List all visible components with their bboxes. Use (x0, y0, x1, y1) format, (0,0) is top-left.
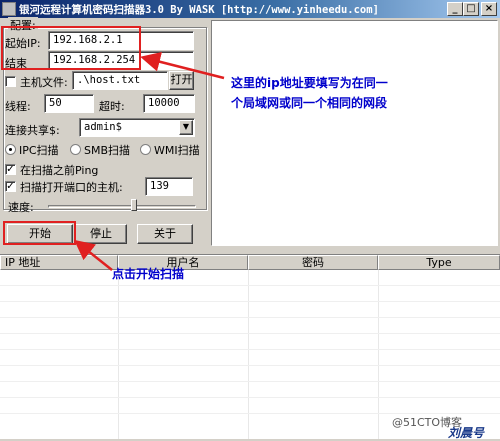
ip-note-line2: 个局域网或同一个相同的网段 (231, 96, 388, 110)
app-icon (2, 2, 16, 16)
port-field[interactable]: 139 (145, 177, 193, 196)
port-label: 扫描打开端口的主机: (20, 181, 123, 194)
column-type[interactable]: Type (378, 255, 500, 270)
table-row (0, 397, 500, 398)
speed-label: 速度: (8, 201, 34, 214)
port-checkbox[interactable]: ✓ (5, 181, 16, 192)
table-row (0, 349, 500, 350)
watermark-author: 刘晨号 (448, 426, 485, 440)
log-pane[interactable] (211, 20, 498, 246)
wmi-label: WMI扫描 (154, 144, 200, 157)
share-select[interactable]: admin$ (79, 118, 195, 137)
chevron-down-icon[interactable]: ▼ (179, 120, 193, 135)
timeout-field[interactable]: 10000 (143, 94, 195, 113)
table-row (0, 333, 500, 334)
ip-note-line1: 这里的ip地址要填写为在同一 (231, 76, 388, 90)
about-button[interactable]: 关于 (137, 224, 193, 244)
close-button[interactable]: × (481, 2, 497, 16)
smb-label: SMB扫描 (84, 144, 131, 157)
share-label: 连接共享$: (5, 124, 60, 137)
table-row (0, 381, 500, 382)
speed-slider[interactable] (48, 205, 196, 208)
start-button-highlight (3, 221, 76, 245)
ping-checkbox[interactable]: ✓ (5, 164, 16, 175)
results-table[interactable]: IP 地址 用户名 密码 Type (0, 254, 500, 439)
table-row (0, 285, 500, 286)
speed-slider-thumb[interactable] (130, 199, 137, 211)
host-file-checkbox[interactable] (5, 76, 16, 87)
threads-field[interactable]: 50 (44, 94, 94, 113)
window-title: 银河远程计算机密码扫描器3.0 By WASK [http://www.yinh… (19, 4, 379, 16)
column-ip[interactable]: IP 地址 (0, 255, 118, 270)
table-row (0, 365, 500, 366)
host-file-label: 主机文件: (20, 76, 68, 89)
table-row (0, 301, 500, 302)
open-file-button[interactable]: 打开 (169, 71, 194, 90)
minimize-button[interactable]: _ (447, 2, 463, 16)
ip-range-highlight (1, 26, 141, 70)
smb-radio[interactable] (70, 144, 81, 155)
share-select-value: admin$ (84, 121, 122, 133)
ping-label: 在扫描之前Ping (20, 164, 99, 177)
host-file-field[interactable]: .\host.txt (72, 71, 168, 90)
stop-button[interactable]: 停止 (75, 224, 127, 244)
table-row (0, 317, 500, 318)
ipc-label: IPC扫描 (19, 144, 59, 157)
column-password[interactable]: 密码 (248, 255, 378, 270)
start-note: 点击开始扫描 (112, 267, 185, 281)
maximize-button[interactable]: □ (463, 2, 479, 16)
ipc-radio[interactable] (5, 144, 16, 155)
threads-label: 线程: (5, 100, 31, 113)
timeout-label: 超时: (99, 100, 125, 113)
title-bar: 银河远程计算机密码扫描器3.0 By WASK [http://www.yinh… (0, 0, 500, 18)
wmi-radio[interactable] (140, 144, 151, 155)
